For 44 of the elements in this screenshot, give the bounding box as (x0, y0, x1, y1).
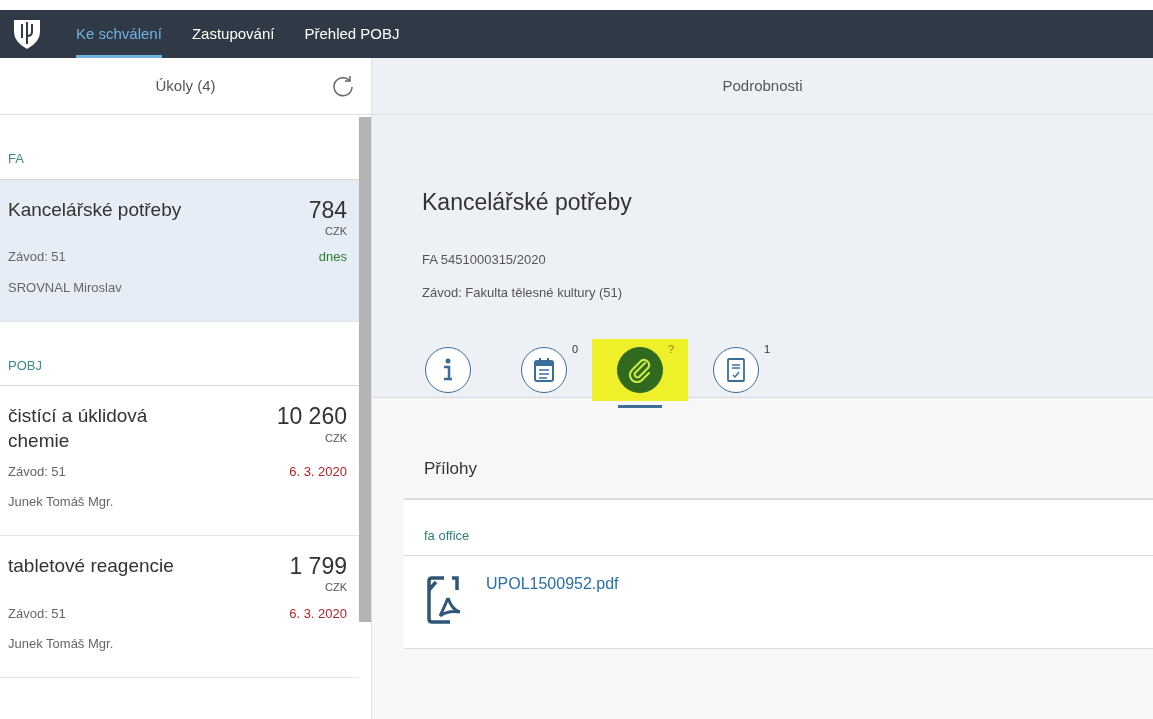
nav-tab[interactable]: Ke schválení (64, 10, 174, 58)
nav-tab[interactable]: Zastupování (179, 10, 287, 58)
attribute-text: Závod: Fakulta tělesné kultury (51) (422, 285, 623, 300)
task-item[interactable]: Kancelářské potřeby 784 CZK Závod: 51 dnes SROVNAL Miroslav (0, 179, 359, 322)
count-label: 0 (571, 341, 578, 357)
object-title: Kancelářské potřeby (422, 188, 633, 217)
person-name: Junek Tomáš Mgr. (8, 494, 114, 510)
count-label: 1 (763, 341, 770, 357)
due-date: 6. 3. 2020 (289, 462, 347, 481)
task-amount: 10 260 (276, 404, 347, 430)
attachment-group-label: fa office (424, 527, 470, 543)
list-title: Úkoly (4) (155, 75, 216, 96)
icon-tab[interactable]: 0 (496, 338, 592, 401)
shield-logo-icon (12, 18, 42, 50)
person-name: SROVNAL Miroslav (8, 279, 122, 295)
currency-label: CZK (325, 580, 347, 596)
info-icon (425, 346, 471, 393)
detail-title: Podrobnosti (722, 75, 803, 96)
attribute-text: FA 5451000315/2020 (422, 251, 546, 267)
currency-label: CZK (325, 430, 347, 446)
notepad-icon (521, 346, 567, 393)
group-label: FA (8, 151, 24, 166)
scrollbar-thumb[interactable] (359, 117, 371, 622)
person-name: Junek Tomáš Mgr. (8, 636, 114, 652)
icon-tab[interactable]: 1 (688, 338, 784, 401)
checklist-icon (713, 346, 759, 393)
due-date: 6. 3. 2020 (289, 604, 347, 623)
task-amount: 784 (308, 197, 347, 223)
currency-label: CZK (325, 223, 347, 239)
file-link[interactable]: UPOL1500952.pdf (486, 576, 619, 624)
due-date: dnes (318, 248, 347, 267)
paperclip-icon (617, 346, 663, 393)
task-title: tabletové reagencie (8, 554, 174, 579)
refresh-icon[interactable] (331, 74, 355, 98)
plant-label: Závod: 51 (8, 462, 66, 481)
group-label: POBJ (8, 357, 42, 373)
task-amount: 1 799 (289, 554, 347, 580)
count-label: ? (667, 341, 674, 357)
plant-label: Závod: 51 (8, 248, 66, 267)
plant-label: Závod: 51 (8, 604, 66, 623)
task-title: Kancelářské potřeby (8, 197, 182, 222)
task-title: čistící a úklidová chemie (8, 404, 149, 453)
nav-tab[interactable]: Přehled POBJ (292, 10, 412, 58)
attachments-title: Přílohy (404, 438, 1153, 500)
